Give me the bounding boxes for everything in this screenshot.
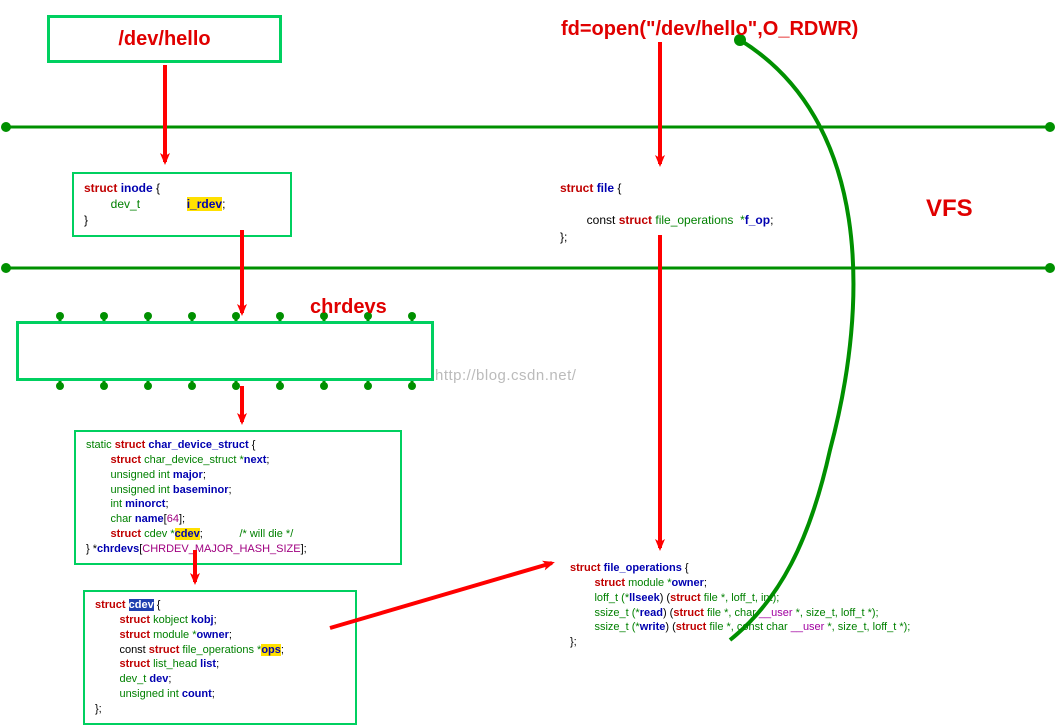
file-box: struct file { const struct file_operatio… <box>548 172 822 253</box>
chrdevs-array-box <box>16 321 434 381</box>
cds-code: static struct char_device_struct { struc… <box>76 432 400 563</box>
cdev-code: struct cdev { struct kobject kobj; struc… <box>85 592 355 723</box>
watermark: http://blog.csdn.net/ <box>435 367 576 384</box>
fops-code: struct file_operations { struct module *… <box>560 555 1050 656</box>
dev-hello-text: /dev/hello <box>118 28 210 51</box>
fd-open-label: fd=open("/dev/hello",O_RDWR) <box>561 18 858 41</box>
inode-code: struct inode { dev_t i_rdev; } <box>74 174 290 235</box>
file-code: struct file { const struct file_operatio… <box>550 174 820 251</box>
fops-box: struct file_operations { struct module *… <box>560 555 1050 656</box>
dev-hello-box: /dev/hello <box>47 15 282 63</box>
cdev-box: struct cdev { struct kobject kobj; struc… <box>83 590 357 725</box>
vfs-label: VFS <box>926 195 973 223</box>
chrdevs-label: chrdevs <box>310 296 387 319</box>
char-device-struct-box: static struct char_device_struct { struc… <box>74 430 402 565</box>
inode-box: struct inode { dev_t i_rdev; } <box>72 172 292 237</box>
